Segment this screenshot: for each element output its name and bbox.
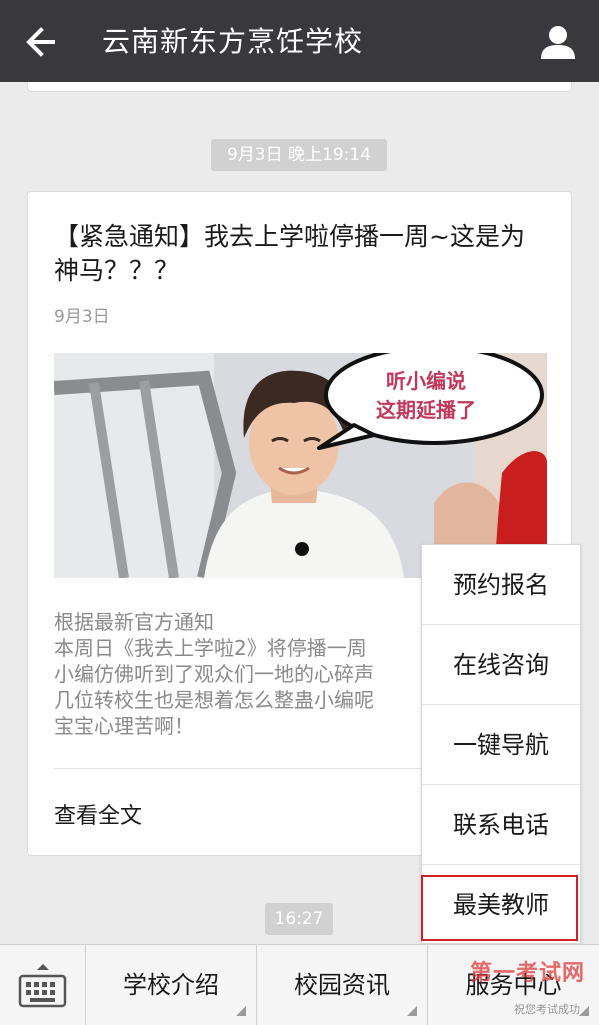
bubble-text-line1: 听小编说: [386, 369, 466, 393]
menu-item-online-consult[interactable]: 在线咨询: [422, 625, 580, 705]
watermark-logo: 第一考试网: [470, 961, 586, 986]
article-title: 【紧急通知】我去上学啦停播一周~这是为神马？？？: [54, 222, 525, 285]
menu-item-booking[interactable]: 预约报名: [422, 545, 580, 625]
submenu-indicator-icon: [236, 1006, 246, 1016]
submenu-indicator-icon: [407, 1006, 417, 1016]
keyboard-icon: [18, 964, 67, 1008]
tab-school-intro[interactable]: 学校介绍: [86, 945, 257, 1025]
person-icon: [541, 26, 575, 59]
watermark-slogan: 祝您考试成功: [514, 1003, 580, 1016]
top-bar: 云南新东方烹饪学校: [0, 0, 599, 82]
message-timestamp: 9月3日 晚上19:14: [211, 139, 387, 171]
tab-label: 校园资讯: [294, 971, 390, 999]
article-date: 9月3日: [54, 307, 110, 327]
menu-item-contact-phone[interactable]: 联系电话: [422, 785, 580, 865]
arrow-left-icon: [26, 27, 55, 57]
previous-message-card: [27, 82, 572, 92]
menu-item-navigation[interactable]: 一键导航: [422, 705, 580, 785]
message-timestamp: 16:27: [265, 903, 333, 935]
keyboard-toggle-button[interactable]: [0, 945, 86, 1025]
bubble-text-line2: 这期延播了: [376, 398, 476, 422]
read-full-article-link[interactable]: 查看全文: [54, 798, 142, 830]
page-title: 云南新东方烹饪学校: [102, 25, 364, 58]
highlight-box: [421, 875, 578, 941]
profile-button[interactable]: [538, 22, 578, 62]
tab-label: 学校介绍: [123, 971, 219, 999]
tab-campus-news[interactable]: 校园资讯: [257, 945, 428, 1025]
watermark: 第一考试网 祝您考试成功: [470, 955, 595, 1021]
back-button[interactable]: [22, 22, 62, 62]
